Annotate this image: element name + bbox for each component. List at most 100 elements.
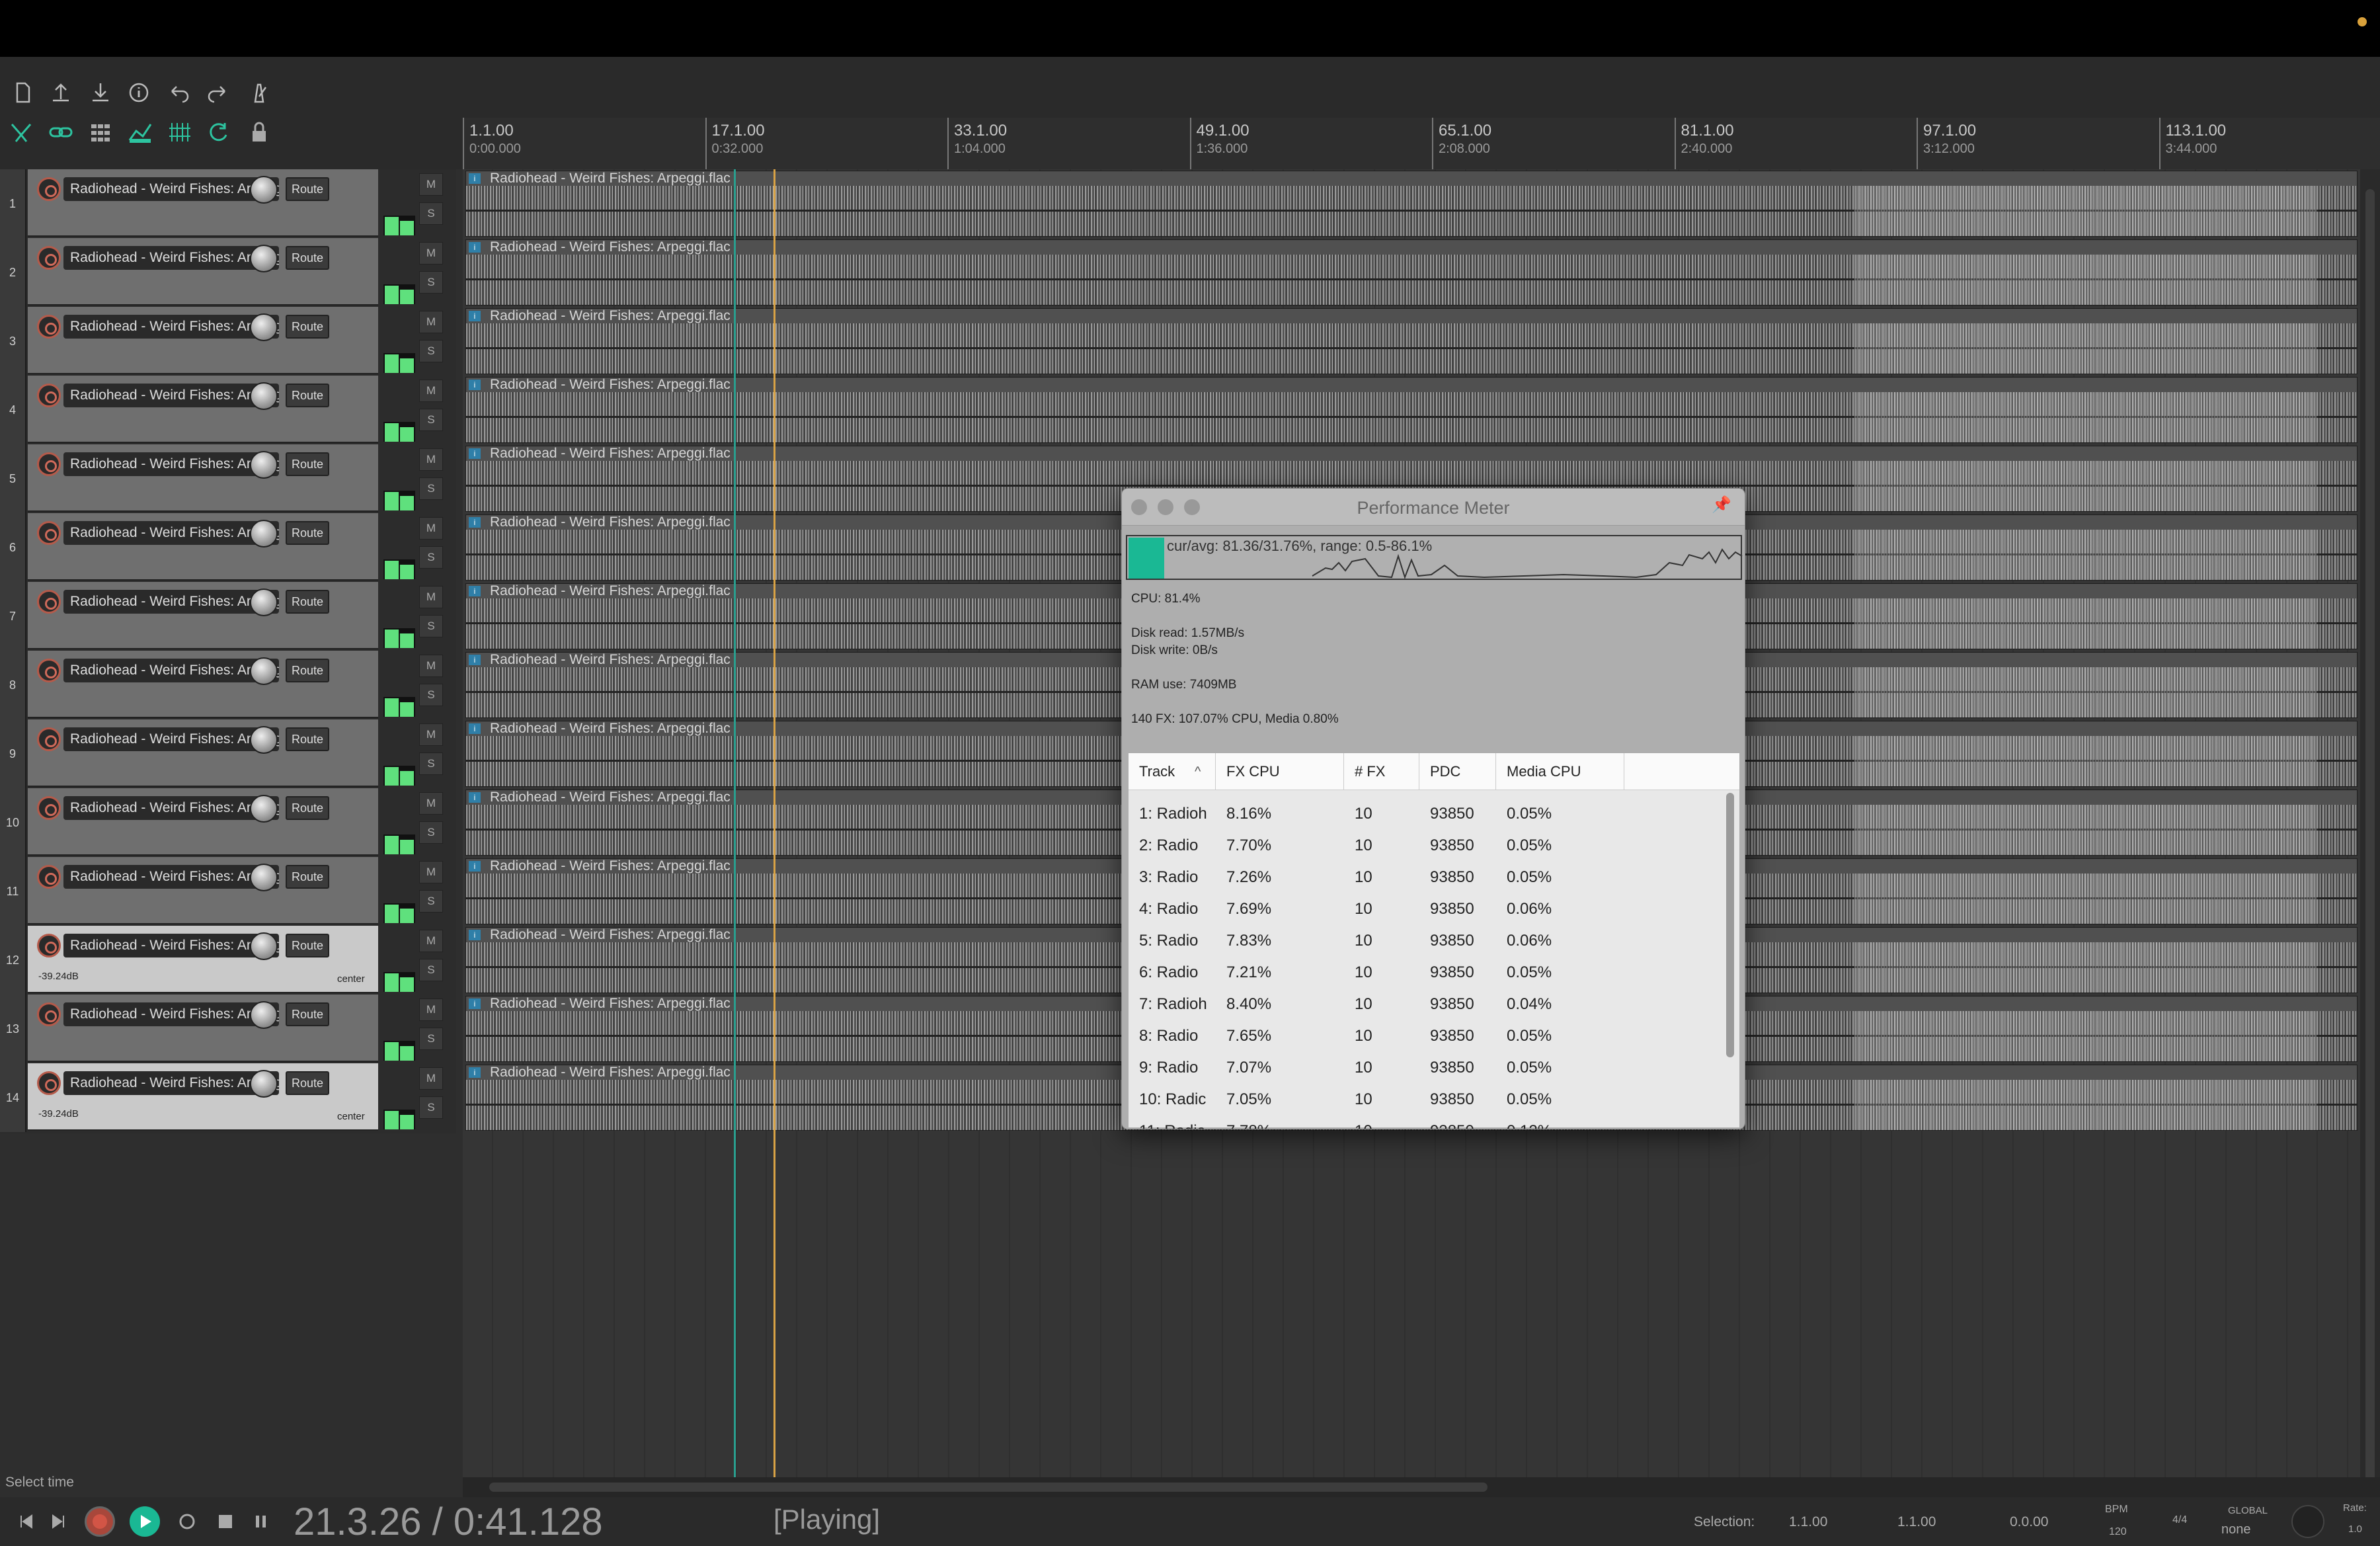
volume-knob-icon[interactable] <box>250 795 278 823</box>
track-row[interactable]: 11 Radiohead - Weird Fishes: Arpeggi Route… <box>0 857 456 926</box>
item-title-bar[interactable]: i Radiohead - Weird Fishes: Arpeggi.flac <box>466 240 2357 255</box>
table-row[interactable]: 7: Radioh 8.40% 10 93850 0.04% <box>1129 989 1724 1020</box>
track-number[interactable]: 14 <box>0 1063 26 1132</box>
item-title-bar[interactable]: i Radiohead - Weird Fishes: Arpeggi.flac <box>466 171 2357 186</box>
new-project-icon[interactable] <box>7 77 38 108</box>
volume-knob-icon[interactable] <box>250 657 278 685</box>
route-button[interactable]: Route <box>286 727 329 751</box>
track-row[interactable]: 1 Radiohead - Weird Fishes: Arpeggi Route M… <box>0 169 456 238</box>
pin-icon[interactable]: 📌 <box>1712 495 1731 515</box>
record-arm-icon[interactable] <box>37 1002 61 1026</box>
vertical-scrollbar[interactable] <box>2360 169 2380 1546</box>
ruler-marker[interactable]: 17.1.00 0:32.000 <box>705 118 857 169</box>
track-row[interactable]: 13 Radiohead - Weird Fishes: Arpeggi Route… <box>0 995 456 1063</box>
mute-button[interactable]: M <box>419 517 443 540</box>
ruler-marker[interactable]: 97.1.00 3:12.000 <box>1917 118 2069 169</box>
track-row[interactable]: 6 Radiohead - Weird Fishes: Arpeggi Route M… <box>0 513 456 582</box>
track-name[interactable]: Radiohead - Weird Fishes: Arpeggi <box>63 246 279 270</box>
mute-button[interactable]: M <box>419 448 443 471</box>
record-arm-icon[interactable] <box>37 452 61 476</box>
mute-button[interactable]: M <box>419 586 443 608</box>
item-info-icon[interactable]: i <box>469 723 481 734</box>
item-info-icon[interactable]: i <box>469 930 481 940</box>
ruler-marker[interactable]: 81.1.00 2:40.000 <box>1674 118 1827 169</box>
table-row[interactable]: 9: Radio 7.07% 10 93850 0.05% <box>1129 1052 1724 1084</box>
save-project-icon[interactable] <box>85 77 116 108</box>
open-project-icon[interactable] <box>45 77 77 108</box>
table-row[interactable]: 10: Radic 7.05% 10 93850 0.05% <box>1129 1084 1724 1116</box>
track-number[interactable]: 2 <box>0 238 26 307</box>
track-row[interactable]: 12 Radiohead - Weird Fishes: Arpeggi Route… <box>0 926 456 995</box>
play-button[interactable] <box>130 1506 160 1537</box>
selection-end[interactable]: 1.1.00 <box>1897 1514 1936 1530</box>
volume-knob-icon[interactable] <box>250 313 278 341</box>
track-panel[interactable]: Radiohead - Weird Fishes: Arpeggi Route <box>28 651 378 718</box>
track-name[interactable]: Radiohead - Weird Fishes: Arpeggi <box>63 315 279 339</box>
mute-button[interactable]: M <box>419 792 443 815</box>
track-name[interactable]: Radiohead - Weird Fishes: Arpeggi <box>63 1071 279 1095</box>
media-item[interactable]: i Radiohead - Weird Fishes: Arpeggi.flac <box>465 239 2358 305</box>
mute-button[interactable]: M <box>419 655 443 677</box>
track-panel[interactable]: Radiohead - Weird Fishes: Arpeggi Route <box>28 788 378 856</box>
item-info-icon[interactable]: i <box>469 1067 481 1078</box>
volume-knob-icon[interactable] <box>250 245 278 272</box>
solo-button[interactable]: S <box>419 271 443 294</box>
column-header[interactable]: # FX <box>1344 753 1419 790</box>
volume-knob-icon[interactable] <box>250 1070 278 1098</box>
solo-button[interactable]: S <box>419 615 443 637</box>
solo-button[interactable]: S <box>419 340 443 362</box>
route-button[interactable]: Route <box>286 177 329 201</box>
volume-knob-icon[interactable] <box>250 382 278 410</box>
column-header[interactable]: PDC <box>1419 753 1496 790</box>
track-panel[interactable]: Radiohead - Weird Fishes: Arpeggi Route <box>28 719 378 787</box>
table-row[interactable]: 8: Radio 7.65% 10 93850 0.05% <box>1129 1020 1724 1052</box>
playback-rate[interactable]: 1.0 <box>2348 1524 2362 1535</box>
table-row[interactable]: 1: Radioh 8.16% 10 93850 0.05% <box>1129 798 1724 830</box>
volume-knob-icon[interactable] <box>250 589 278 616</box>
selection-length[interactable]: 0.0.00 <box>2010 1514 2048 1530</box>
track-number[interactable]: 11 <box>0 857 26 926</box>
pause-icon[interactable] <box>246 1506 276 1537</box>
item-info-icon[interactable]: i <box>469 792 481 803</box>
route-button[interactable]: Route <box>286 246 329 270</box>
table-row[interactable]: 6: Radio 7.21% 10 93850 0.05% <box>1129 957 1724 989</box>
table-row[interactable]: 5: Radio 7.83% 10 93850 0.06% <box>1129 925 1724 957</box>
item-title-bar[interactable]: i Radiohead - Weird Fishes: Arpeggi.flac <box>466 378 2357 392</box>
ruler-marker[interactable]: 33.1.00 1:04.000 <box>947 118 1099 169</box>
track-number[interactable]: 13 <box>0 995 26 1063</box>
solo-button[interactable]: S <box>419 753 443 775</box>
track-number[interactable]: 6 <box>0 513 26 582</box>
mute-button[interactable]: M <box>419 998 443 1021</box>
master-knob-icon[interactable] <box>2291 1505 2324 1538</box>
solo-button[interactable]: S <box>419 1096 443 1119</box>
item-info-icon[interactable]: i <box>469 173 481 184</box>
volume-knob-icon[interactable] <box>250 451 278 479</box>
track-name[interactable]: Radiohead - Weird Fishes: Arpeggi <box>63 177 279 201</box>
column-header[interactable]: Track <box>1129 753 1216 790</box>
track-panel[interactable]: Radiohead - Weird Fishes: Arpeggi Route <box>28 169 378 237</box>
volume-knob-icon[interactable] <box>250 1001 278 1029</box>
track-panel[interactable]: Radiohead - Weird Fishes: Arpeggi Route -3… <box>28 926 378 993</box>
ruler-marker[interactable]: 113.1.00 3:44.000 <box>2159 118 2311 169</box>
ruler-marker[interactable]: 49.1.00 1:36.000 <box>1189 118 1342 169</box>
mute-button[interactable]: M <box>419 930 443 952</box>
solo-button[interactable]: S <box>419 409 443 431</box>
solo-button[interactable]: S <box>419 1028 443 1050</box>
item-info-icon[interactable]: i <box>469 655 481 665</box>
record-arm-icon[interactable] <box>37 521 61 545</box>
track-row[interactable]: 14 Radiohead - Weird Fishes: Arpeggi Route… <box>0 1063 456 1132</box>
track-name[interactable]: Radiohead - Weird Fishes: Arpeggi <box>63 796 279 820</box>
volume-knob-icon[interactable] <box>250 726 278 754</box>
track-row[interactable]: 3 Radiohead - Weird Fishes: Arpeggi Route M… <box>0 307 456 376</box>
track-panel[interactable]: Radiohead - Weird Fishes: Arpeggi Route <box>28 238 378 305</box>
record-arm-icon[interactable] <box>37 727 61 751</box>
volume-knob-icon[interactable] <box>250 932 278 960</box>
track-name[interactable]: Radiohead - Weird Fishes: Arpeggi <box>63 934 279 957</box>
track-row[interactable]: 4 Radiohead - Weird Fishes: Arpeggi Route M… <box>0 376 456 444</box>
track-panel[interactable]: Radiohead - Weird Fishes: Arpeggi Route <box>28 307 378 374</box>
table-row[interactable]: 11: Radic 7.78% 10 93850 0.12% <box>1129 1116 1724 1129</box>
window-titlebar[interactable]: Performance Meter 📌 <box>1122 489 1745 526</box>
solo-button[interactable]: S <box>419 959 443 981</box>
project-settings-icon[interactable] <box>123 77 155 108</box>
column-header[interactable]: FX CPU <box>1216 753 1344 790</box>
